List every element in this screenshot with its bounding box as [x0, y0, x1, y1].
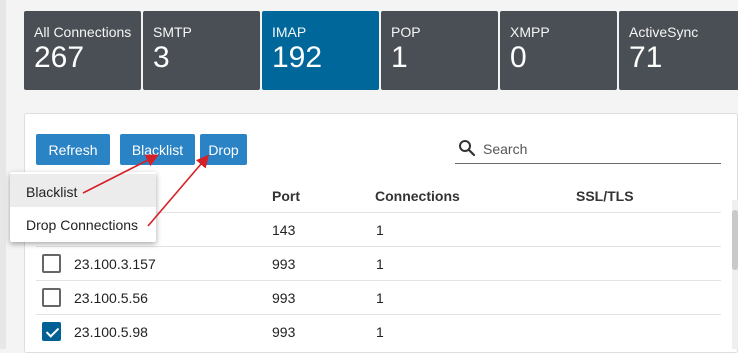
stat-value: 0	[510, 41, 527, 74]
row-checkbox[interactable]	[42, 254, 61, 273]
column-header-port[interactable]: Port	[272, 188, 300, 204]
stat-value: 267	[34, 41, 85, 74]
menu-item-blacklist[interactable]: Blacklist	[10, 174, 156, 207]
search-input[interactable]	[483, 138, 713, 160]
stat-value: 3	[153, 41, 170, 74]
stat-value: 71	[629, 41, 663, 74]
table-row[interactable]: 23.100.5.56 993 1	[36, 280, 721, 314]
port-cell: 993	[272, 324, 296, 340]
stat-value: 1	[391, 41, 408, 74]
column-header-connections[interactable]: Connections	[375, 188, 460, 204]
blacklist-button[interactable]: Blacklist	[120, 134, 195, 165]
stat-value: 192	[272, 41, 323, 74]
stat-label: All Connections	[34, 24, 132, 40]
stat-label: SMTP	[153, 24, 192, 40]
refresh-button[interactable]: Refresh	[36, 134, 110, 165]
search-box	[455, 134, 721, 164]
ip-cell: 23.100.3.157	[74, 256, 156, 272]
scrollbar-thumb[interactable]	[732, 210, 738, 270]
search-icon	[458, 139, 476, 162]
row-checkbox[interactable]	[42, 288, 61, 307]
row-checkbox[interactable]	[42, 322, 61, 341]
stat-tile-activesync[interactable]: ActiveSync 71	[619, 11, 738, 90]
connections-cell: 1	[376, 324, 384, 340]
context-menu: Blacklist Drop Connections	[10, 172, 156, 242]
connections-cell: 1	[376, 222, 384, 238]
stat-tile-all-connections[interactable]: All Connections 267	[24, 11, 141, 90]
stat-tile-smtp[interactable]: SMTP 3	[143, 11, 260, 90]
left-gutter	[0, 0, 6, 349]
connections-cell: 1	[376, 290, 384, 306]
connection-stats: All Connections 267 SMTP 3 IMAP 192 POP …	[24, 11, 738, 90]
stat-tile-xmpp[interactable]: XMPP 0	[500, 11, 617, 90]
port-cell: 993	[272, 290, 296, 306]
ip-cell: 23.100.5.98	[74, 324, 148, 340]
stat-label: IMAP	[272, 24, 307, 40]
port-cell: 993	[272, 256, 296, 272]
table-row[interactable]: 23.100.3.157 993 1	[36, 246, 721, 280]
drop-button[interactable]: Drop	[200, 134, 247, 165]
stat-label: ActiveSync	[629, 24, 699, 40]
connections-cell: 1	[376, 256, 384, 272]
port-cell: 143	[272, 222, 296, 238]
menu-item-drop-connections[interactable]: Drop Connections	[10, 207, 156, 240]
stat-tile-pop[interactable]: POP 1	[381, 11, 498, 90]
column-header-ssl-tls[interactable]: SSL/TLS	[576, 188, 634, 204]
table-row[interactable]: 23.100.5.98 993 1	[36, 314, 721, 348]
stat-label: POP	[391, 24, 421, 40]
stat-label: XMPP	[510, 24, 550, 40]
ip-cell: 23.100.5.56	[74, 290, 148, 306]
stat-tile-imap[interactable]: IMAP 192	[262, 11, 379, 90]
